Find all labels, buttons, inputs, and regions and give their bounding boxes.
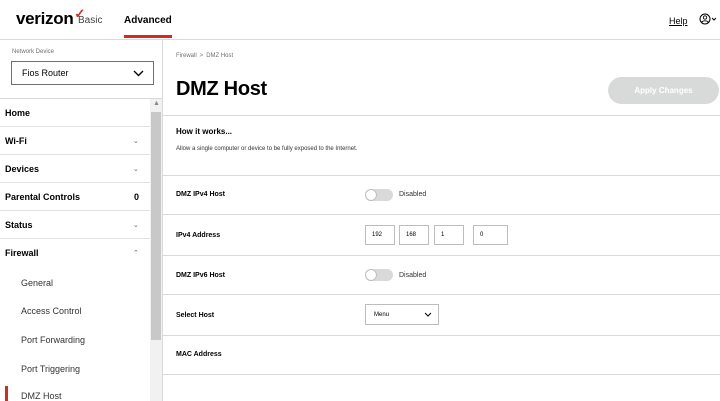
sidebar-item-label: Firewall bbox=[5, 248, 39, 258]
select-host-dropdown[interactable]: Menu bbox=[365, 304, 439, 325]
page-title: DMZ Host bbox=[176, 78, 267, 100]
ipv4-octet-4-input[interactable]: 0 bbox=[473, 225, 508, 245]
sidebar-item-label: Status bbox=[5, 220, 33, 230]
octet-value: 0 bbox=[480, 232, 484, 238]
network-device-label: Network Device bbox=[12, 49, 55, 55]
select-host-value: Menu bbox=[374, 312, 390, 318]
count-badge: 0 bbox=[134, 192, 140, 202]
main-content: Firewall > DMZ Host DMZ Host Apply Changes… bbox=[163, 40, 720, 401]
divider bbox=[163, 335, 720, 336]
sidebar-subitem-access-control[interactable]: Access Control bbox=[0, 297, 150, 325]
dmz-ipv4-host-toggle[interactable] bbox=[365, 189, 393, 201]
sidebar-subitem-label: General bbox=[21, 278, 54, 288]
mac-address-label: MAC Address bbox=[176, 351, 222, 358]
sidebar-item-status[interactable]: Status ⌄ bbox=[0, 211, 150, 239]
dmz-ipv4-host-label: DMZ IPv4 Host bbox=[176, 191, 226, 198]
apply-changes-button[interactable]: Apply Changes bbox=[608, 77, 719, 104]
divider bbox=[163, 214, 720, 215]
chevron-down-icon: ⌄ bbox=[133, 166, 139, 173]
sidebar-item-devices[interactable]: Devices ⌄ bbox=[0, 155, 150, 183]
chevron-up-icon: ⌃ bbox=[133, 250, 139, 257]
chevron-down-icon bbox=[424, 312, 432, 317]
select-host-label: Select Host bbox=[176, 312, 215, 319]
breadcrumb-separator: > bbox=[199, 53, 204, 59]
sidebar-subitem-port-triggering[interactable]: Port Triggering bbox=[0, 355, 150, 383]
top-bar: verizon✓ Basic Advanced Help bbox=[0, 0, 720, 40]
sidebar-scrollbar-thumb[interactable] bbox=[151, 112, 161, 340]
ipv4-address-label: IPv4 Address bbox=[176, 232, 221, 239]
sidebar-subitem-port-forwarding[interactable]: Port Forwarding bbox=[0, 326, 150, 354]
chevron-down-icon: ⌄ bbox=[133, 222, 139, 229]
divider bbox=[163, 115, 720, 116]
sidebar-item-wifi[interactable]: Wi-Fi ⌄ bbox=[0, 127, 150, 155]
sidebar-subitem-label: Port Forwarding bbox=[21, 335, 86, 345]
sidebar-subitem-label: Port Triggering bbox=[21, 364, 81, 374]
chevron-down-icon bbox=[133, 70, 144, 77]
breadcrumb-dmz-host: DMZ Host bbox=[206, 53, 234, 59]
ipv4-octet-3-input[interactable]: 1 bbox=[434, 225, 464, 245]
dmz-ipv6-host-label: DMZ IPv6 Host bbox=[176, 272, 226, 279]
tab-basic[interactable]: Basic bbox=[78, 15, 102, 26]
octet-value: 192 bbox=[372, 232, 383, 238]
sidebar-item-firewall[interactable]: Firewall ⌃ bbox=[0, 239, 150, 267]
breadcrumb: Firewall > DMZ Host bbox=[176, 53, 233, 59]
ipv4-octet-1-input[interactable]: 192 bbox=[365, 225, 395, 245]
network-device-select[interactable]: Fios Router bbox=[11, 61, 154, 85]
sidebar: Network Device Fios Router ▲ Home Wi-Fi … bbox=[0, 40, 163, 401]
sidebar-item-label: Parental Controls bbox=[5, 192, 81, 202]
dmz-ipv4-host-state: Disabled bbox=[399, 191, 427, 198]
dmz-ipv6-host-toggle[interactable] bbox=[365, 269, 393, 281]
divider bbox=[163, 175, 720, 176]
help-link[interactable]: Help bbox=[669, 16, 688, 26]
network-device-value: Fios Router bbox=[22, 68, 69, 78]
octet-value: 1 bbox=[441, 232, 445, 238]
logo-text: verizon bbox=[16, 9, 74, 28]
sidebar-subitem-general[interactable]: General bbox=[0, 269, 150, 297]
divider bbox=[163, 294, 720, 295]
sidebar-item-label: Wi-Fi bbox=[5, 136, 27, 146]
divider bbox=[163, 374, 720, 375]
scroll-up-icon[interactable]: ▲ bbox=[153, 100, 160, 107]
divider bbox=[163, 255, 720, 256]
sidebar-item-home[interactable]: Home bbox=[0, 99, 150, 127]
sidebar-item-label: Devices bbox=[5, 164, 40, 174]
octet-value: 168 bbox=[406, 232, 417, 238]
breadcrumb-firewall[interactable]: Firewall bbox=[176, 53, 197, 59]
user-circle-icon[interactable] bbox=[699, 12, 717, 30]
sidebar-subitem-dmz-host[interactable]: DMZ Host bbox=[0, 382, 150, 401]
tab-advanced[interactable]: Advanced bbox=[124, 15, 172, 38]
verizon-logo[interactable]: verizon✓ bbox=[16, 6, 85, 29]
ipv4-octet-2-input[interactable]: 168 bbox=[399, 225, 429, 245]
sidebar-item-label: Home bbox=[5, 108, 31, 118]
sidebar-item-parental-controls[interactable]: Parental Controls 0 bbox=[0, 183, 150, 211]
sidebar-subitem-label: DMZ Host bbox=[21, 391, 62, 401]
chevron-down-icon: ⌄ bbox=[133, 138, 139, 145]
sidebar-subitem-label: Access Control bbox=[21, 306, 82, 316]
dmz-ipv6-host-state: Disabled bbox=[399, 272, 427, 279]
how-it-works-text: Allow a single computer or device to be … bbox=[176, 146, 358, 152]
how-it-works-title: How it works... bbox=[176, 127, 233, 136]
